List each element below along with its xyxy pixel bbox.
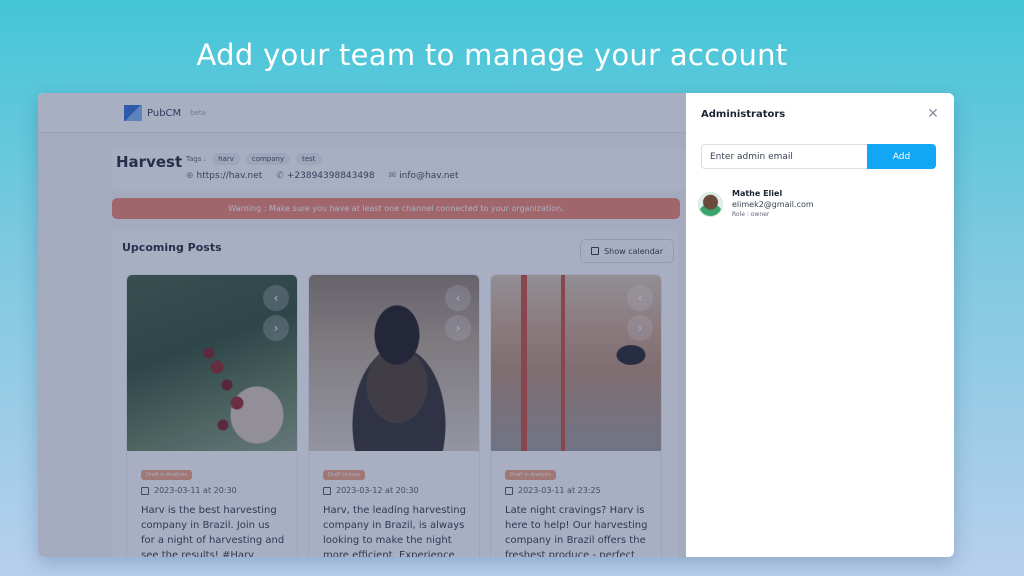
website-contact[interactable]: ⊕ https://hav.net xyxy=(186,171,262,181)
chevron-left-icon[interactable]: ‹ xyxy=(445,285,471,311)
website-text: https://hav.net xyxy=(196,171,263,181)
email-text: info@hav.net xyxy=(399,171,459,181)
post-date: 2023-03-11 at 20:30 xyxy=(141,486,285,495)
top-bar: PubCM beta xyxy=(38,93,686,133)
admin-email-input[interactable] xyxy=(701,144,867,169)
headline: Add your team to manage your account xyxy=(196,38,788,72)
post-body: Draft Unsure 2023-03-12 at 20:30 Harv, t… xyxy=(309,451,479,557)
post-image: ‹ › xyxy=(309,275,479,451)
admin-email: elimek2@gmail.com xyxy=(732,200,814,209)
post-text: Harv, the leading harvesting company in … xyxy=(323,505,466,557)
calendar-icon xyxy=(505,486,513,495)
post-text: Harv is the best harvesting company in B… xyxy=(141,505,285,557)
upcoming-posts-panel: Upcoming Posts Show calendar ‹ › Draft i… xyxy=(112,229,678,557)
brand-logo[interactable]: PubCM beta xyxy=(124,105,206,121)
post-card[interactable]: ‹ › Draft in Analysis 2023-03-11 at 20:3… xyxy=(126,274,298,557)
post-date: 2023-03-12 at 20:30 xyxy=(323,486,467,495)
tag[interactable]: test xyxy=(296,153,322,165)
admin-info: Mathe Eliel elimek2@gmail.com Role : own… xyxy=(732,189,814,218)
post-image: ‹ › xyxy=(127,275,297,451)
brand-sub: beta xyxy=(190,109,206,117)
app-background-page: PubCM beta Harvest Tags : harv company t… xyxy=(38,93,686,557)
chevron-left-icon[interactable]: ‹ xyxy=(627,285,653,311)
admin-name: Mathe Eliel xyxy=(732,189,783,198)
post-date: 2023-03-11 at 23:25 xyxy=(505,486,649,495)
admin-list-item: Mathe Eliel elimek2@gmail.com Role : own… xyxy=(698,189,814,218)
phone-icon: ✆ xyxy=(276,171,284,181)
chevron-right-icon[interactable]: › xyxy=(445,315,471,341)
organization-card: Harvest Tags : harv company test ⊕ https:… xyxy=(112,147,686,191)
post-card[interactable]: ‹ › Draft in Analysis 2023-03-11 at 23:2… xyxy=(490,274,662,557)
chevron-right-icon[interactable]: › xyxy=(263,315,289,341)
calendar-icon xyxy=(591,247,600,255)
post-body: Draft in Analysis 2023-03-11 at 20:30 Ha… xyxy=(127,451,297,557)
administrators-drawer: Administrators ✕ Add Mathe Eliel elimek2… xyxy=(686,93,954,557)
post-image: ‹ › xyxy=(491,275,661,451)
avatar xyxy=(698,192,723,217)
globe-icon: ⊕ xyxy=(186,171,194,181)
close-icon[interactable]: ✕ xyxy=(926,107,940,121)
chevron-right-icon[interactable]: › xyxy=(627,315,653,341)
phone-text: +23894398843498 xyxy=(286,171,375,181)
phone-contact[interactable]: ✆ +23894398843498 xyxy=(276,171,374,181)
admin-role: Role : owner xyxy=(732,211,770,218)
contacts-row: ⊕ https://hav.net ✆ +23894398843498 ✉ info@… xyxy=(186,171,458,181)
calendar-icon xyxy=(141,486,149,495)
mail-icon: ✉ xyxy=(388,171,397,181)
show-calendar-label: Show calendar xyxy=(604,246,663,256)
post-date-text: 2023-03-12 at 20:30 xyxy=(336,486,419,495)
status-badge: Draft in Analysis xyxy=(505,470,556,480)
tags-row: Tags : harv company test xyxy=(186,153,322,165)
drawer-title: Administrators xyxy=(701,109,786,120)
add-admin-button[interactable]: Add xyxy=(867,144,936,169)
tags-label: Tags : xyxy=(186,155,207,163)
tag[interactable]: harv xyxy=(212,153,240,165)
chevron-left-icon[interactable]: ‹ xyxy=(263,285,289,311)
status-badge: Draft in Analysis xyxy=(141,470,192,480)
post-date-text: 2023-03-11 at 20:30 xyxy=(154,486,237,495)
logo-icon xyxy=(124,105,142,121)
post-date-text: 2023-03-11 at 23:25 xyxy=(518,486,601,495)
app-window: PubCM beta Harvest Tags : harv company t… xyxy=(38,93,954,557)
post-body: Draft in Analysis 2023-03-11 at 23:25 La… xyxy=(491,451,661,557)
show-calendar-button[interactable]: Show calendar xyxy=(580,239,674,263)
status-badge: Draft Unsure xyxy=(323,470,365,480)
post-text: Late night cravings? Harv is here to hel… xyxy=(505,505,648,557)
posts-title: Upcoming Posts xyxy=(122,241,222,254)
warning-banner: Warning : Make sure you have at least on… xyxy=(112,198,680,219)
organization-name: Harvest xyxy=(116,153,183,171)
calendar-icon xyxy=(323,486,331,495)
post-card[interactable]: ‹ › Draft Unsure 2023-03-12 at 20:30 Har… xyxy=(308,274,480,557)
email-contact[interactable]: ✉ info@hav.net xyxy=(389,171,459,181)
tag[interactable]: company xyxy=(245,153,291,165)
brand-name: PubCM xyxy=(147,107,182,119)
